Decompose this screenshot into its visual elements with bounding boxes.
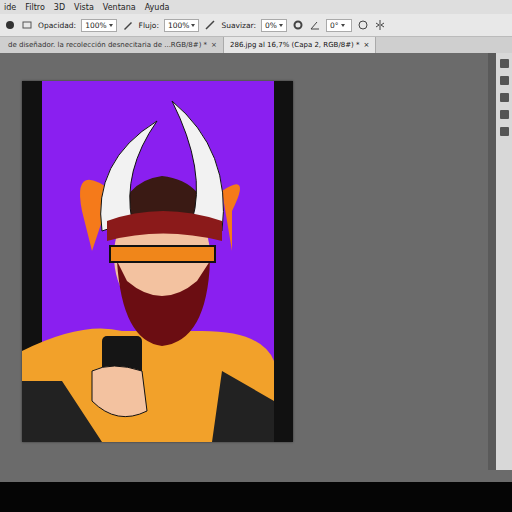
opacity-label: Opacidad: bbox=[38, 21, 76, 30]
flow-field[interactable]: 100% bbox=[164, 19, 199, 32]
brush-icon[interactable] bbox=[4, 19, 16, 31]
flow-value: 100% bbox=[168, 21, 189, 30]
smooth-value: 0% bbox=[265, 21, 277, 30]
angle-field[interactable]: 0° bbox=[326, 19, 352, 32]
panel-icons bbox=[496, 53, 512, 470]
menu-item[interactable]: ide bbox=[4, 3, 16, 12]
workspace bbox=[0, 53, 512, 470]
document-tab[interactable]: 286.jpg al 16,7% (Capa 2, RGB/8#) * × bbox=[224, 37, 376, 53]
menu-item[interactable]: 3D bbox=[54, 3, 65, 12]
opacity-field[interactable]: 100% bbox=[81, 19, 116, 32]
panel-icon[interactable] bbox=[500, 59, 509, 68]
airbrush-icon[interactable] bbox=[204, 19, 216, 31]
artwork-image bbox=[22, 81, 293, 442]
options-bar: Opacidad: 100% Flujo: 100% Suavizar: 0% 0° bbox=[0, 14, 512, 37]
angle-value: 0° bbox=[330, 21, 339, 30]
menu-item[interactable]: Filtro bbox=[25, 3, 45, 12]
menu-item[interactable]: Ventana bbox=[103, 3, 136, 12]
document-tab[interactable]: de diseñador. la recolección desnecitari… bbox=[2, 37, 224, 53]
menu-item[interactable]: Vista bbox=[74, 3, 94, 12]
right-panel bbox=[488, 53, 512, 470]
panel-icon[interactable] bbox=[500, 76, 509, 85]
canvas-area[interactable] bbox=[0, 53, 488, 470]
smooth-field[interactable]: 0% bbox=[261, 19, 287, 32]
panel-icon[interactable] bbox=[500, 127, 509, 136]
panel-icon[interactable] bbox=[500, 110, 509, 119]
symmetry-icon[interactable] bbox=[374, 19, 386, 31]
tab-close[interactable]: × bbox=[211, 41, 217, 49]
pressure-size-icon[interactable] bbox=[357, 19, 369, 31]
gear-icon[interactable] bbox=[292, 19, 304, 31]
smooth-label: Suavizar: bbox=[221, 21, 256, 30]
document-tabs: de diseñador. la recolección desnecitari… bbox=[0, 37, 512, 53]
menu-item[interactable]: Ayuda bbox=[145, 3, 170, 12]
status-area bbox=[0, 470, 512, 482]
mode-icon[interactable] bbox=[21, 19, 33, 31]
tab-close[interactable]: × bbox=[364, 41, 370, 49]
angle-icon[interactable] bbox=[309, 19, 321, 31]
menu-bar: ide Filtro 3D Vista Ventana Ayuda bbox=[0, 0, 512, 14]
tab-label: de diseñador. la recolección desnecitari… bbox=[8, 41, 207, 49]
pressure-icon[interactable] bbox=[122, 19, 134, 31]
panel-icon[interactable] bbox=[500, 93, 509, 102]
tab-label: 286.jpg al 16,7% (Capa 2, RGB/8#) * bbox=[230, 41, 360, 49]
flow-label: Flujo: bbox=[139, 21, 159, 30]
opacity-value: 100% bbox=[85, 21, 106, 30]
video-bar bbox=[0, 482, 512, 512]
